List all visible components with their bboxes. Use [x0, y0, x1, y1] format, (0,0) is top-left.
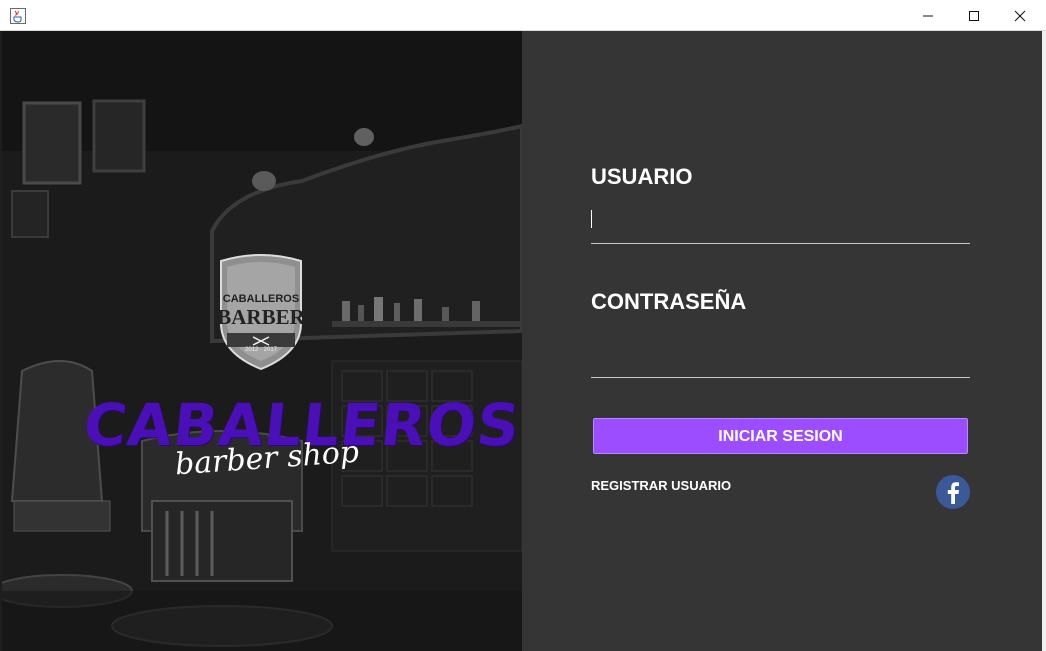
minimize-icon — [923, 15, 933, 17]
window-titlebar[interactable] — [0, 0, 1046, 31]
java-icon — [10, 8, 26, 24]
username-label: USUARIO — [591, 164, 693, 189]
maximize-icon — [969, 11, 979, 21]
badge-main-text: BARBER — [217, 305, 305, 329]
username-field[interactable] — [591, 210, 970, 244]
password-label: CONTRASEÑA — [591, 289, 747, 314]
barber-shop-badge: CABALLEROS BARBER 2012 · 2017 — [215, 253, 307, 371]
badge-top-text: CABALLEROS — [222, 293, 300, 305]
close-button[interactable] — [997, 0, 1043, 31]
text-caret — [591, 210, 592, 228]
password-field[interactable] — [591, 344, 970, 378]
login-panel: USUARIO CONTRASEÑA INICIAR SESION REGIST… — [522, 31, 1042, 651]
badge-years-text: 2012 · 2017 — [244, 347, 278, 353]
register-user-link[interactable]: REGISTRAR USUARIO — [591, 478, 731, 493]
window-frame-right — [1042, 31, 1046, 651]
login-button[interactable]: INICIAR SESION — [593, 418, 968, 454]
minimize-button[interactable] — [905, 0, 951, 31]
close-icon — [1014, 10, 1026, 22]
barbershop-background-image: CABALLEROS BARBER 2012 · 2017 CABALLEROS… — [2, 31, 522, 651]
maximize-button[interactable] — [951, 0, 997, 31]
facebook-icon[interactable] — [936, 475, 970, 509]
